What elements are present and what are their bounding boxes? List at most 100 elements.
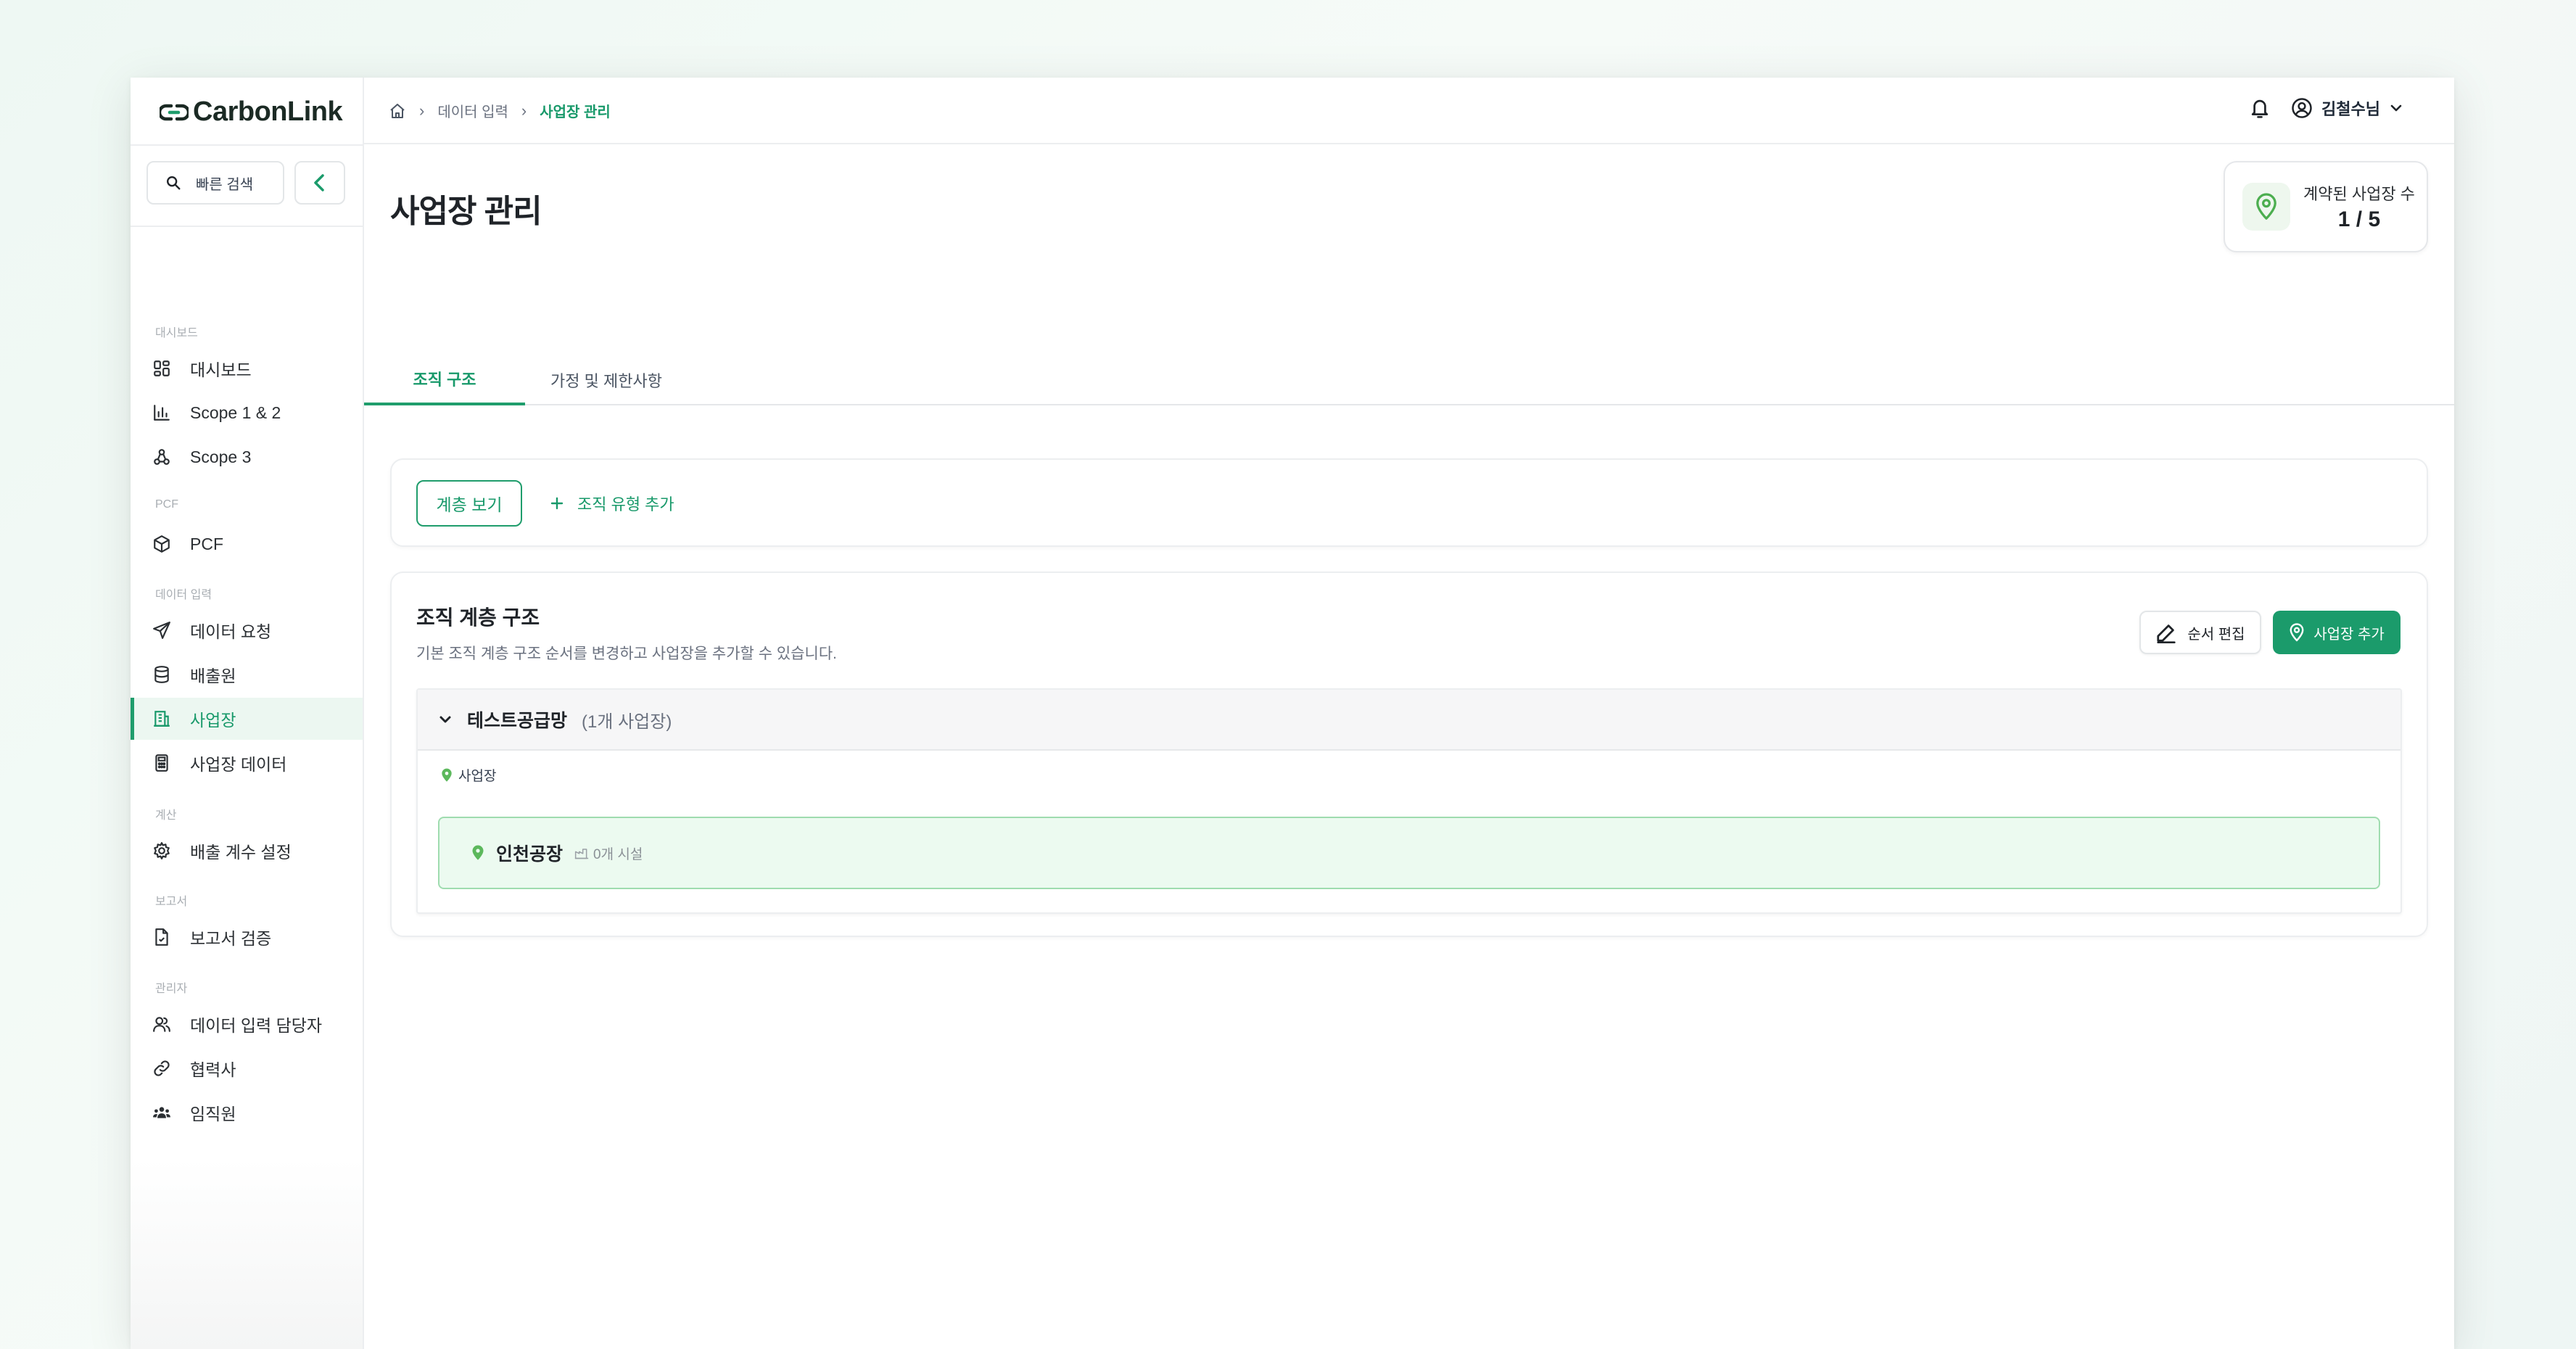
chevron-left-icon [314, 174, 324, 191]
site-row[interactable]: 인천공장 0개 시설 [438, 817, 2380, 889]
map-pin-filled-icon [442, 768, 452, 782]
sidebar-item-emission-factor[interactable]: 배출 계수 설정 [131, 830, 363, 872]
top-bar: › 데이터 입력 › 사업장 관리 김철수님 [364, 78, 2454, 144]
breadcrumb-data-input[interactable]: 데이터 입력 [437, 100, 508, 121]
sidebar-section-label: 대시보드 [155, 327, 198, 339]
sidebar-item-emission-source[interactable]: 배출원 [131, 653, 363, 696]
sidebar-item-data-request[interactable]: 데이터 요청 [131, 609, 363, 651]
sidebar-divider [131, 226, 363, 227]
home-icon[interactable] [389, 102, 406, 120]
map-pin-filled-icon [472, 845, 484, 860]
add-org-type-label: 조직 유형 추가 [577, 495, 674, 513]
sidebar-item-label: 임직원 [190, 1105, 236, 1123]
collapse-sidebar-button[interactable] [294, 161, 345, 205]
bell-icon[interactable] [2249, 96, 2271, 120]
user-menu[interactable]: 김철수님 [2291, 96, 2403, 120]
chevron-down-icon [2390, 104, 2402, 112]
org-type-label: 사업장 [441, 765, 496, 785]
sidebar-item-report-verification[interactable]: 보고서 검증 [131, 916, 363, 958]
cube-icon [154, 535, 170, 553]
team-icon [153, 1107, 170, 1118]
pencil-icon [2157, 624, 2176, 643]
carbonlink-logo-icon [160, 104, 189, 120]
sidebar-divider [131, 144, 363, 146]
sidebar-item-label: 보고서 검증 [190, 929, 272, 948]
app-window: CarbonLink 빠른 검색 대시보드 대시보드 Scope 1 & 2 S… [131, 78, 2454, 1349]
add-org-type-button[interactable]: 조직 유형 추가 [550, 480, 674, 527]
org-hierarchy-description: 기본 조직 계층 구조 순서를 변경하고 사업장을 추가할 수 있습니다. [416, 645, 837, 662]
sidebar-item-label: 배출원 [190, 667, 236, 685]
plus-icon [550, 497, 564, 510]
search-icon [167, 176, 181, 190]
breadcrumb-current: 사업장 관리 [540, 104, 611, 120]
calculator-icon [155, 754, 168, 772]
sidebar-item-pcf[interactable]: PCF [131, 523, 363, 565]
site-facility-label: 0개 시설 [593, 846, 643, 862]
sidebar-section-label: PCF [155, 498, 178, 511]
sidebar-section-label: 데이터 입력 [155, 589, 212, 601]
breadcrumb-separator: › [419, 101, 425, 120]
sidebar-item-label: Scope 1 & 2 [190, 403, 281, 422]
sidebar-item-label: 협력사 [190, 1060, 236, 1079]
user-name: 김철수님 [2321, 100, 2380, 118]
sidebar-item-employees[interactable]: 임직원 [131, 1092, 363, 1134]
sidebar-item-label: 배출 계수 설정 [190, 843, 292, 862]
org-group-header[interactable]: 테스트공급망 (1개 사업장) [418, 690, 2400, 751]
sidebar-section-label: 관리자 [155, 983, 188, 995]
view-hierarchy-button[interactable]: 계층 보기 [416, 480, 522, 527]
org-group: 테스트공급망 (1개 사업장) 사업장 인천공장 0개 시설 [416, 688, 2402, 914]
chevron-down-icon [439, 716, 451, 723]
sidebar-item-site-data[interactable]: 사업장 데이터 [131, 742, 363, 784]
site-name: 인천공장 [496, 844, 564, 865]
tab-assumptions[interactable]: 가정 및 제한사항 [525, 355, 688, 405]
factory-icon [574, 849, 589, 859]
sidebar-section-label: 계산 [155, 809, 177, 822]
sidebar-item-sites[interactable]: 사업장 [131, 698, 363, 740]
sidebar-item-dashboard[interactable]: 대시보드 [131, 347, 363, 389]
main-content: › 데이터 입력 › 사업장 관리 김철수님 사업장 관리 계약된 사업장 수 [364, 78, 2454, 1349]
users-icon [153, 1017, 170, 1032]
sidebar-item-partners[interactable]: 협력사 [131, 1047, 363, 1089]
sidebar-item-scope-3[interactable]: Scope 3 [131, 436, 363, 478]
hierarchy-icon [154, 449, 170, 465]
sidebar: CarbonLink 빠른 검색 대시보드 대시보드 Scope 1 & 2 S… [131, 78, 364, 1349]
sidebar-item-label: Scope 3 [190, 447, 252, 466]
top-right-controls: 김철수님 [2249, 96, 2403, 120]
org-group-count: (1개 사업장) [582, 711, 672, 732]
bar-chart-icon [154, 405, 170, 421]
link-icon [154, 1060, 170, 1076]
sidebar-item-data-managers[interactable]: 데이터 입력 담당자 [131, 1003, 363, 1045]
org-hierarchy-title: 조직 계층 구조 [416, 606, 540, 629]
add-site-button[interactable]: 사업장 추가 [2273, 611, 2400, 654]
org-type-name: 사업장 [458, 769, 497, 784]
add-site-label: 사업장 추가 [2313, 626, 2385, 643]
contracted-sites-value: 1 / 5 [2337, 207, 2381, 231]
send-icon [153, 622, 170, 639]
breadcrumb-separator: › [521, 101, 527, 120]
document-icon [155, 928, 168, 946]
org-group-name: 테스트공급망 [467, 711, 568, 731]
sidebar-item-label: PCF [190, 534, 223, 553]
dashboard-grid-icon [154, 360, 170, 376]
logo[interactable]: CarbonLink [160, 96, 343, 128]
contracted-sites-card: 계약된 사업장 수 1 / 5 [2224, 161, 2428, 252]
sidebar-item-label: 데이터 입력 담당자 [190, 1016, 323, 1035]
tab-org-structure[interactable]: 조직 구조 [364, 355, 525, 405]
map-pin-icon [2290, 623, 2304, 642]
sidebar-item-scope-1-2[interactable]: Scope 1 & 2 [131, 392, 363, 434]
edit-order-label: 순서 편집 [2187, 626, 2245, 643]
breadcrumb: › 데이터 입력 › 사업장 관리 [389, 100, 611, 121]
sidebar-item-label: 사업장 데이터 [190, 755, 287, 774]
gear-icon [154, 842, 170, 859]
quick-search-label: 빠른 검색 [196, 176, 254, 193]
quick-search-button[interactable]: 빠른 검색 [146, 161, 284, 205]
edit-order-button[interactable]: 순서 편집 [2139, 611, 2261, 654]
logo-text: CarbonLink [193, 96, 343, 127]
map-pin-icon [2256, 193, 2276, 220]
sidebar-section-label: 보고서 [155, 896, 188, 908]
tab-bar: 조직 구조 가정 및 제한사항 [364, 355, 2454, 405]
sidebar-item-label: 대시보드 [190, 360, 252, 379]
structure-toolbar: 계층 보기 조직 유형 추가 [390, 458, 2428, 547]
contracted-sites-label: 계약된 사업장 수 [2303, 185, 2415, 203]
building-icon [154, 711, 170, 727]
